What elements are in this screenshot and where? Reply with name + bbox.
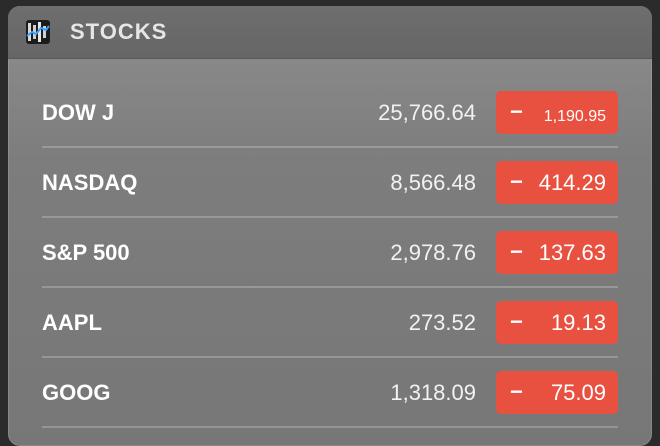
stock-symbol: AAPL	[42, 310, 102, 335]
change-badge[interactable]: − 1,190.95	[496, 91, 618, 134]
stocks-app-icon	[26, 20, 50, 44]
stock-symbol: NASDAQ	[42, 170, 138, 195]
stock-price: 273.52	[408, 310, 476, 335]
stock-row-sp500[interactable]: S&P 500 2,978.76 − 137.63	[42, 218, 618, 288]
change-badge[interactable]: − 19.13	[496, 301, 618, 344]
change-value: 19.13	[550, 310, 606, 335]
stock-row-goog[interactable]: GOOG 1,318.09 − 75.09	[42, 358, 618, 428]
change-badge[interactable]: − 75.09	[496, 371, 618, 414]
change-value: 75.09	[550, 380, 606, 405]
widget-header: STOCKS	[8, 6, 652, 59]
change-sign: −	[510, 239, 523, 264]
widget-title: STOCKS	[70, 19, 168, 44]
stock-symbol: S&P 500	[42, 240, 130, 265]
stock-price: 2,978.76	[390, 240, 476, 265]
stock-price: 25,766.64	[378, 100, 476, 125]
stock-row-aapl[interactable]: AAPL 273.52 − 19.13	[42, 288, 618, 358]
change-value: 414.29	[538, 170, 606, 195]
change-badge[interactable]: − 414.29	[496, 161, 618, 204]
stock-symbol: GOOG	[42, 380, 111, 405]
stock-price: 8,566.48	[390, 170, 476, 195]
stock-row-dow[interactable]: DOW J 25,766.64 − 1,190.95	[42, 78, 618, 148]
change-value: 1,190.95	[543, 108, 606, 125]
change-sign: −	[510, 309, 523, 334]
stock-symbol: DOW J	[42, 100, 115, 125]
change-sign: −	[510, 169, 523, 194]
change-value: 137.63	[538, 240, 606, 265]
stock-price: 1,318.09	[390, 380, 476, 405]
change-badge[interactable]: − 137.63	[496, 231, 618, 274]
stocks-widget: STOCKS DOW J 25,766.64 − 1,190.95 NASDAQ…	[8, 6, 652, 446]
change-sign: −	[510, 99, 523, 124]
stock-row-nasdaq[interactable]: NASDAQ 8,566.48 − 414.29	[42, 148, 618, 218]
change-sign: −	[510, 379, 523, 404]
